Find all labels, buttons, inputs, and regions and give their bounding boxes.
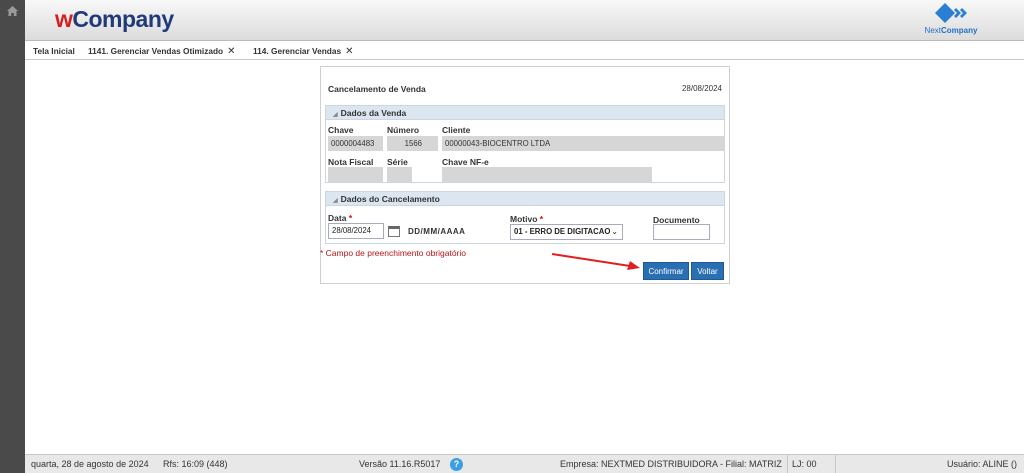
status-bar: quarta, 28 de agosto de 2024 Rfs: 16:09 … — [25, 454, 1024, 473]
numero-field: 1566 — [387, 136, 438, 151]
cancel-data-header[interactable]: ◢ Dados do Cancelamento — [326, 192, 724, 206]
mandatory-note: * Campo de preenchimento obrigatório — [320, 248, 467, 258]
home-icon[interactable] — [7, 6, 18, 16]
close-icon[interactable]: ✕ — [227, 46, 235, 57]
status-usuario: Usuário: ALINE () — [947, 459, 1018, 469]
status-empresa: Empresa: NEXTMED DISTRIBUIDORA - Filial:… — [560, 459, 782, 469]
divider — [787, 455, 788, 473]
collapse-triangle-icon: ◢ — [333, 112, 338, 118]
nota-fiscal-label: Nota Fiscal — [328, 157, 374, 167]
back-button[interactable]: Voltar — [691, 262, 724, 280]
tab-bar: Tela Inicial 1141. Gerenciar Vendas Otim… — [25, 42, 1024, 60]
panel-date: 28/08/2024 — [681, 84, 722, 93]
status-date: quarta, 28 de agosto de 2024 — [31, 459, 149, 469]
cancel-data-section: ◢ Dados do Cancelamento Data * 28/08/2024… — [325, 191, 725, 244]
status-version: Versão 11.16.R5017 — [359, 459, 441, 469]
chevron-down-icon: ⌄ — [611, 227, 618, 236]
calendar-icon[interactable] — [388, 226, 400, 237]
tab-gerenciar-vendas-otimizado[interactable]: 1141. Gerenciar Vendas Otimizado ✕ — [88, 42, 236, 60]
tab-gerenciar-vendas[interactable]: 114. Gerenciar Vendas ✕ — [253, 42, 354, 60]
motivo-label: Motivo * — [510, 214, 544, 224]
status-rfs: Rfs: 16:09 (448) — [163, 459, 228, 469]
confirm-button[interactable]: Confirmar — [643, 262, 689, 280]
chave-nfe-label: Chave NF-e — [442, 157, 489, 167]
wcompany-logo: wCompany — [55, 6, 174, 32]
serie-field — [387, 167, 412, 182]
status-lj: LJ: 00 — [792, 459, 817, 469]
cliente-label: Cliente — [442, 125, 471, 135]
help-icon[interactable]: ? — [450, 458, 463, 471]
tab-tela-inicial[interactable]: Tela Inicial — [33, 42, 75, 60]
documento-input[interactable] — [653, 224, 710, 240]
page-title: Cancelamento de Venda — [328, 84, 426, 94]
divider — [835, 455, 836, 473]
serie-label: Série — [387, 157, 408, 167]
collapse-triangle-icon: ◢ — [333, 198, 338, 204]
motivo-select[interactable]: 01 - ERRO DE DIGITACAO ⌄ — [510, 224, 623, 240]
chave-label: Chave — [328, 125, 354, 135]
sale-data-section: ◢ Dados da Venda Chave Número Cliente 000… — [325, 105, 725, 183]
numero-label: Número — [387, 125, 420, 135]
close-icon[interactable]: ✕ — [345, 46, 353, 57]
data-label: Data * — [328, 213, 353, 223]
chave-field: 0000004483 — [328, 136, 383, 151]
nota-fiscal-field — [328, 167, 383, 182]
cliente-field: 00000043-BIOCENTRO LTDA — [442, 136, 724, 151]
chave-nfe-field — [442, 167, 652, 182]
annotation-arrow — [551, 253, 640, 270]
sale-data-header[interactable]: ◢ Dados da Venda — [326, 106, 724, 120]
cancel-date-input[interactable]: 28/08/2024 — [328, 223, 384, 239]
nextcompany-logo: NextCompany — [916, 3, 986, 39]
left-sidebar — [0, 0, 25, 473]
date-format-hint: DD/MM/AAAA — [408, 227, 466, 236]
top-header: wCompany NextCompany — [25, 0, 1024, 41]
nextcompany-logo-mark-icon — [935, 3, 967, 23]
